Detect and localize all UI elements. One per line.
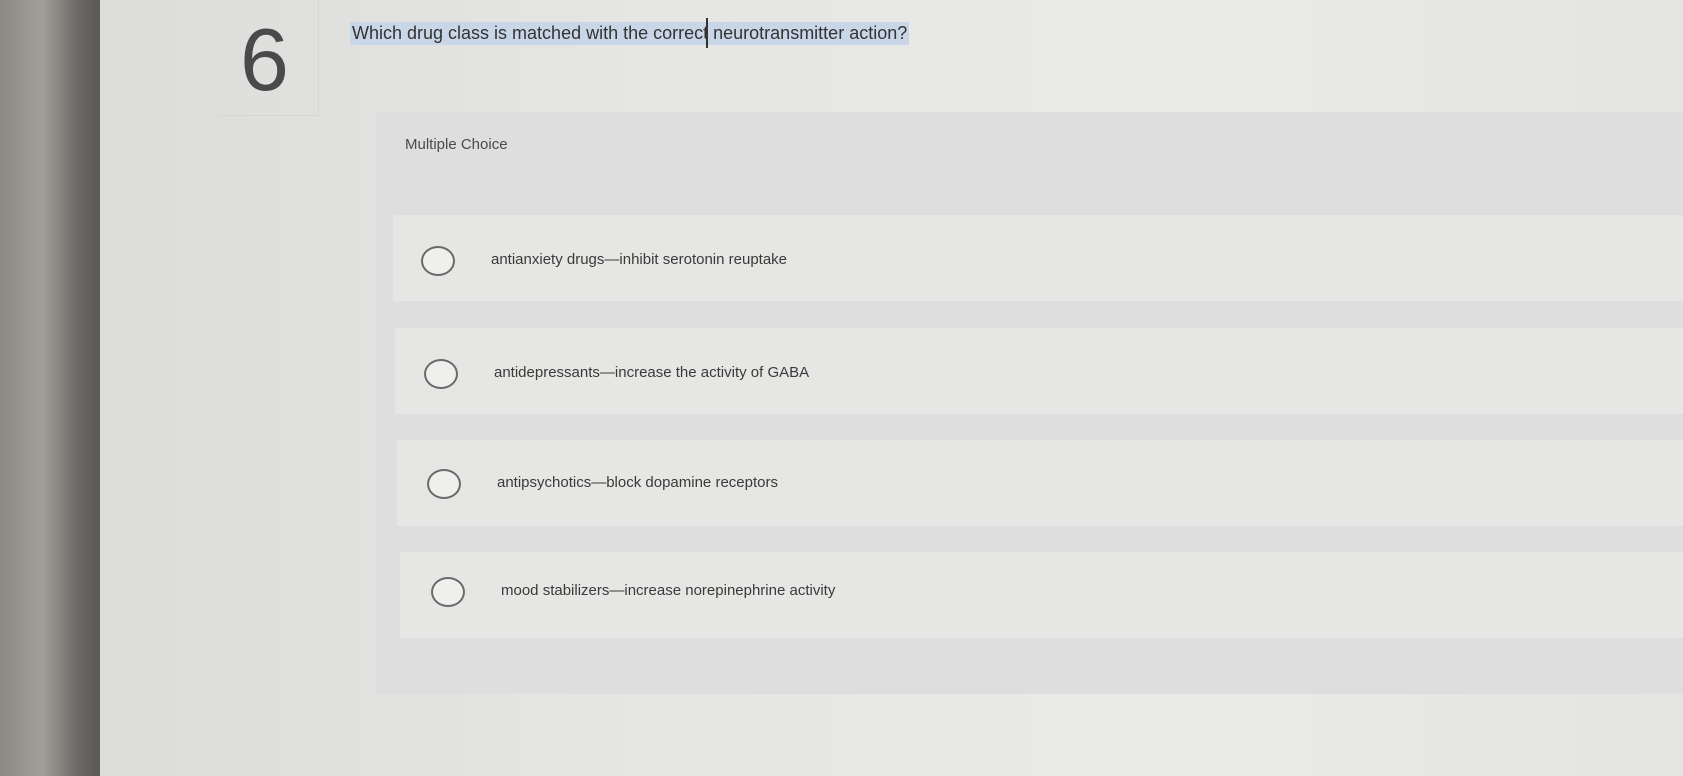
answer-option-label: antianxiety drugs—inhibit serotonin reup… xyxy=(491,251,788,268)
question-number: 6 xyxy=(240,10,289,109)
radio-button-icon[interactable] xyxy=(424,359,458,389)
text-cursor-icon xyxy=(706,18,708,48)
question-type-label: Multiple Choice xyxy=(405,136,508,153)
question-text[interactable]: Which drug class is matched with the cor… xyxy=(350,22,910,45)
radio-button-icon[interactable] xyxy=(421,246,455,276)
radio-button-icon[interactable] xyxy=(427,469,461,499)
answer-option-label: antipsychotics—block dopamine receptors xyxy=(497,474,778,491)
radio-button-icon[interactable] xyxy=(431,577,465,607)
answer-option-label: mood stabilizers—increase norepinephrine… xyxy=(501,582,836,599)
answer-option-label: antidepressants—increase the activity of… xyxy=(494,364,810,381)
